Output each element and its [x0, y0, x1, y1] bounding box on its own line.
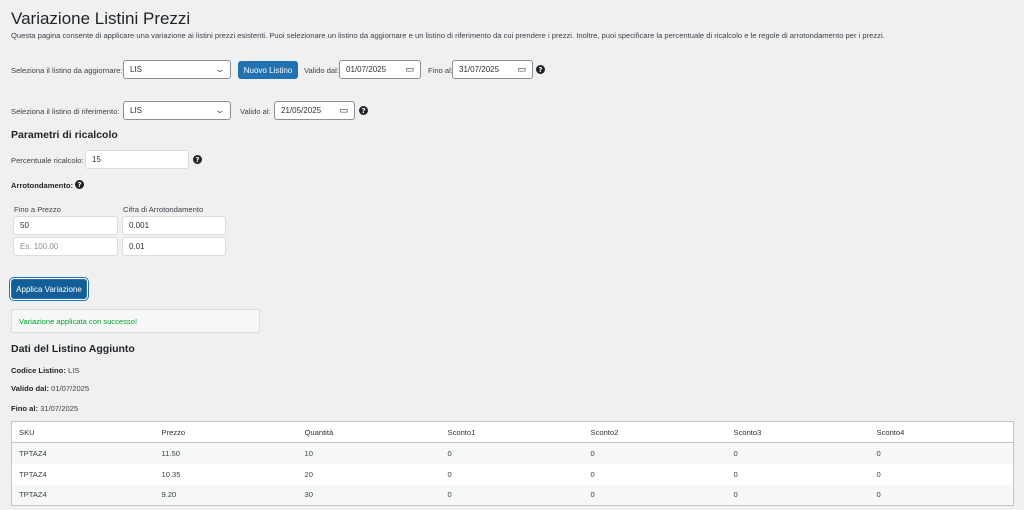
new-listino-button[interactable]: Nuovo Listino: [238, 61, 298, 79]
column-header-sconto2: Sconto2: [583, 421, 727, 443]
help-icon[interactable]: ?: [75, 180, 84, 189]
column-header-prezzo: Prezzo: [154, 421, 298, 443]
table-cell: 0: [869, 484, 1014, 506]
table-cell: TPTAZ4: [11, 442, 155, 464]
rounding-label: Arrotondamento:: [11, 181, 74, 190]
table-cell: 10.35: [161, 469, 181, 479]
valid-to-value: 31/07/2025: [459, 65, 500, 74]
table-row: TPTAZ4 9.20 30 0 0 0 0: [11, 484, 1014, 506]
rounding-digit-value: 0.01: [129, 242, 145, 251]
percent-value: 15: [92, 155, 101, 164]
help-icon[interactable]: ?: [193, 155, 202, 164]
listino-code-label: Codice Listino:: [11, 366, 66, 375]
column-header-sku: SKU: [11, 421, 155, 443]
valid-on-value: 21/05/2025: [281, 106, 322, 115]
table-cell: TPTAZ4: [11, 484, 155, 506]
added-valid-from-line: Valido dal: 01/07/2025: [11, 384, 89, 393]
valid-from-value: 01/07/2025: [346, 65, 387, 74]
table-cell: 30: [297, 484, 441, 506]
chevron-down-icon: ⌄: [214, 105, 226, 115]
update-listino-value: LIS: [130, 65, 143, 74]
table-cell: 0: [447, 469, 452, 479]
added-valid-to-label: Fino al:: [11, 404, 38, 413]
rounding-digit-input[interactable]: 0.01: [122, 237, 226, 256]
added-valid-to-line: Fino al: 31/07/2025: [11, 404, 78, 413]
update-listino-select[interactable]: LIS ⌄: [123, 60, 231, 79]
table-cell: 0: [869, 442, 1014, 464]
rounding-price-value: 50: [20, 221, 29, 230]
table-cell: 0: [590, 469, 595, 479]
table-cell: 0: [876, 469, 881, 479]
listino-code-value: LIS: [67, 366, 80, 375]
table-cell: 10: [297, 442, 441, 464]
table-cell: 0: [440, 484, 584, 506]
rounding-price-placeholder: Es. 100.00: [20, 242, 59, 251]
percent-input[interactable]: 15: [85, 150, 189, 169]
table-row: TPTAZ4 11.50 10 0 0 0 0: [11, 442, 1014, 464]
col-price-header: Fino a Prezzo: [14, 205, 61, 214]
col-digit-header: Cifra di Arrotondamento: [123, 205, 204, 214]
table-cell: 20: [304, 469, 313, 479]
help-icon[interactable]: ?: [536, 65, 545, 74]
rounding-price-input[interactable]: Es. 100.00: [13, 237, 118, 256]
added-valid-from-value: 01/07/2025: [51, 384, 90, 393]
table-cell: 0: [583, 484, 727, 506]
valid-from-date-input[interactable]: 01/07/2025 ▭: [339, 60, 421, 79]
valid-on-date-input[interactable]: 21/05/2025 ▭: [274, 101, 355, 120]
valid-to-label: Fino al:: [428, 66, 453, 75]
chevron-down-icon: ⌄: [214, 64, 226, 74]
table-cell: 0: [440, 442, 584, 464]
table-cell: 0: [726, 484, 870, 506]
table-cell: 0: [726, 442, 870, 464]
success-notice: Variazione applicata con successo!: [11, 309, 260, 333]
help-icon[interactable]: ?: [359, 106, 368, 115]
reference-listino-select[interactable]: LIS ⌄: [123, 101, 231, 120]
table-cell: TPTAZ4: [19, 469, 47, 479]
valid-on-label: Valido al:: [240, 107, 271, 116]
table-cell: 0: [733, 469, 738, 479]
table-header-row: SKU Prezzo Quantità Sconto1 Sconto2 Scon…: [11, 421, 1014, 443]
table-cell: 9.20: [154, 484, 298, 506]
reference-listino-value: LIS: [130, 106, 143, 115]
rounding-price-input[interactable]: 50: [13, 216, 118, 235]
listino-code-line: Codice Listino: LIS: [11, 366, 79, 375]
added-listino-heading: Dati del Listino Aggiunto: [11, 343, 135, 355]
column-header-sconto4: Sconto4: [869, 421, 1014, 443]
valid-to-date-input[interactable]: 31/07/2025 ▭: [452, 60, 533, 79]
rounding-digit-input[interactable]: 0.001: [122, 216, 226, 235]
reference-listino-label: Seleziona il listino di riferimento:: [11, 107, 120, 116]
percent-label: Percentuale ricalcolo:: [11, 156, 84, 165]
added-valid-from-label: Valido dal:: [11, 384, 49, 393]
table-cell: 0: [583, 442, 727, 464]
page-title: Variazione Listini Prezzi: [11, 9, 191, 28]
rounding-digit-value: 0.001: [129, 221, 150, 230]
column-header-quantita: Quantità: [297, 421, 441, 443]
update-listino-label: Seleziona il listino da aggiornare:: [11, 66, 123, 75]
apply-variation-button[interactable]: Applica Variazione: [11, 279, 87, 299]
column-header-sconto3: Sconto3: [726, 421, 870, 443]
valid-from-label: Valido dal:: [304, 66, 339, 75]
table-row: TPTAZ4 10.35 20 0 0 0 0: [12, 464, 1014, 485]
table-cell: 11.50: [154, 442, 298, 464]
column-header-sconto1: Sconto1: [440, 421, 584, 443]
added-valid-to-value: 31/07/2025: [40, 404, 79, 413]
calendar-icon[interactable]: ▭: [405, 64, 414, 75]
price-list-table: SKU Prezzo Quantità Sconto1 Sconto2 Scon…: [11, 421, 1014, 506]
calendar-icon[interactable]: ▭: [517, 64, 526, 75]
params-heading: Parametri di ricalcolo: [11, 129, 118, 141]
page-description: Questa pagina consente di applicare una …: [11, 31, 885, 40]
calendar-icon[interactable]: ▭: [339, 105, 348, 116]
